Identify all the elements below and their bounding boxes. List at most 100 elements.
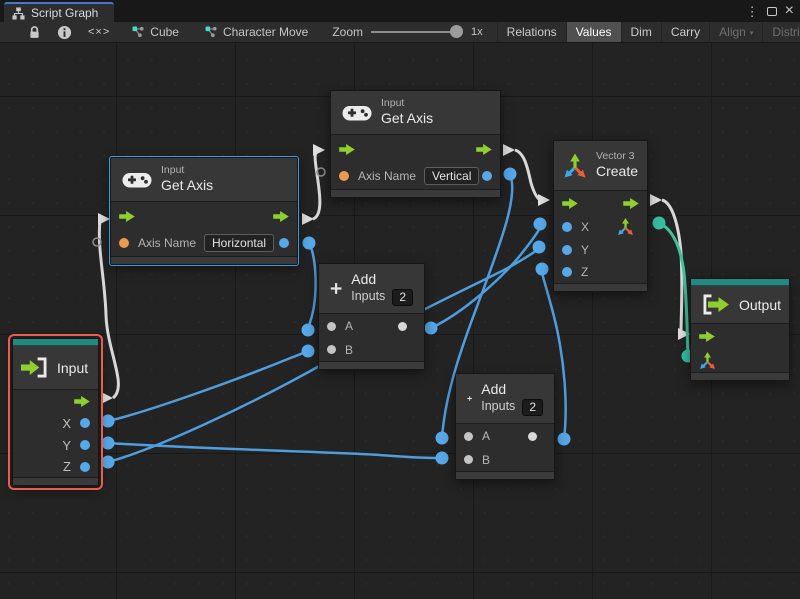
inputs-label: Inputs (481, 399, 515, 415)
plus-icon (467, 386, 472, 411)
wire-value-horizontal-to-add1-a[interactable] (308, 243, 316, 330)
control-input-port[interactable] (699, 331, 715, 342)
input-port-b[interactable] (464, 455, 473, 464)
control-input-port[interactable] (339, 144, 355, 155)
node-title: Add (481, 381, 543, 399)
vector3-output-port[interactable] (617, 218, 634, 235)
window-controls: ⋮ × (746, 0, 800, 22)
lock-button[interactable] (20, 22, 49, 42)
sum-output-port[interactable] (528, 432, 537, 441)
info-icon (57, 25, 72, 40)
x-input-port[interactable] (562, 222, 572, 232)
control-output-port[interactable] (623, 198, 639, 209)
input-port-b[interactable] (327, 345, 336, 354)
graph-io-strip (13, 339, 98, 346)
dim-button[interactable]: Dim (621, 22, 661, 42)
info-button[interactable] (49, 22, 80, 42)
x-output-port[interactable] (80, 418, 90, 428)
node-header: Add Inputs 2 (456, 374, 554, 424)
node-title: Create (596, 163, 638, 181)
distribute-dropdown[interactable]: Distribute ▾ (762, 22, 800, 42)
wire-control-get-axis-vertical-to-vector3-create[interactable] (515, 150, 540, 200)
values-button[interactable]: Values (566, 22, 621, 42)
graph-toolbar: <×> Cube Character Move Zoo (0, 22, 800, 43)
node-kicker: Vector 3 (596, 150, 638, 163)
port-label: A (482, 429, 490, 443)
tab-strip: Script Graph ⋮ × (0, 0, 800, 22)
graph-breadcrumb-label: Character Move (223, 25, 308, 39)
wire-value-input-x-to-add1-b[interactable] (108, 351, 308, 421)
window-maximize-icon[interactable] (767, 7, 777, 16)
node-output-unit[interactable]: Output (690, 278, 790, 381)
node-footer (111, 256, 297, 264)
node-get-axis-vertical[interactable]: Input Get Axis Axis Name Vertical (330, 90, 501, 198)
sum-output-port[interactable] (398, 322, 407, 331)
y-input-port[interactable] (562, 245, 572, 255)
tab-title: Script Graph (31, 6, 98, 20)
inputs-count-field[interactable]: 2 (392, 289, 413, 306)
input-port-a[interactable] (327, 322, 336, 331)
y-output-port[interactable] (80, 440, 90, 450)
unity-visual-scripting-window: Script Graph ⋮ × <×> (0, 0, 800, 599)
tab-script-graph[interactable]: Script Graph (4, 2, 114, 22)
node-header: Input (13, 346, 98, 390)
caret-down-icon: ▾ (750, 30, 754, 37)
window-menu-icon[interactable]: ⋮ (746, 5, 759, 18)
node-add-2[interactable]: Add Inputs 2 A B (455, 373, 555, 480)
zoom-label: Zoom (332, 25, 363, 39)
node-kicker: Input (161, 164, 213, 177)
vector3-input-port[interactable] (699, 352, 716, 369)
axis-name-input-port[interactable] (339, 171, 349, 181)
value-output-port[interactable] (279, 238, 289, 248)
input-port-a[interactable] (464, 432, 473, 441)
plus-icon (330, 276, 342, 301)
node-footer (331, 189, 500, 197)
control-output-port[interactable] (273, 211, 289, 222)
port-label: B (345, 343, 353, 357)
control-output-port[interactable] (74, 396, 90, 407)
axis-name-field[interactable]: Horizontal (204, 234, 274, 252)
code-icon: <×> (88, 26, 110, 38)
port-label: Y (62, 438, 71, 453)
wire-control-get-axis-horizontal-to-get-axis-vertical[interactable] (313, 151, 320, 219)
zoom-value: 1x (471, 26, 483, 38)
align-dropdown[interactable]: Align ▾ (709, 22, 762, 42)
graph-icon (205, 26, 218, 38)
node-vector3-create[interactable]: Vector 3 Create X Y Z (553, 140, 648, 292)
node-header: Output (691, 286, 789, 324)
window-close-icon[interactable]: × (785, 3, 794, 19)
z-input-port[interactable] (562, 267, 572, 277)
graph-canvas[interactable]: Input Get Axis Axis Name Vertical In (0, 43, 800, 599)
axis-name-input-port[interactable] (119, 238, 129, 248)
node-footer (456, 471, 554, 479)
output-unit-icon (699, 294, 731, 315)
graph-breadcrumb-cube[interactable]: Cube (124, 22, 187, 42)
node-get-axis-horizontal[interactable]: Input Get Axis Axis Name Horizontal (110, 157, 298, 265)
inputs-count-field[interactable]: 2 (522, 399, 543, 416)
graph-breadcrumb-label: Cube (150, 25, 179, 39)
value-output-port[interactable] (482, 171, 492, 181)
carry-button[interactable]: Carry (661, 22, 709, 42)
zoom-slider[interactable] (371, 25, 463, 39)
control-input-port[interactable] (562, 198, 578, 209)
code-view-button[interactable]: <×> (80, 22, 118, 42)
gamepad-icon (122, 170, 152, 190)
wire-control-vector3-create-to-output[interactable] (662, 200, 682, 334)
node-header: Add Inputs 2 (319, 264, 424, 314)
graph-icon (132, 26, 145, 38)
port-label: Z (63, 459, 71, 474)
axis-name-field[interactable]: Vertical (424, 167, 479, 185)
node-footer (691, 372, 789, 380)
port-label: Y (581, 243, 589, 257)
z-output-port[interactable] (80, 462, 90, 472)
graph-breadcrumb-character-move[interactable]: Character Move (197, 22, 316, 42)
relations-button[interactable]: Relations (497, 22, 566, 42)
node-kicker: Input (381, 97, 433, 110)
node-add-1[interactable]: Add Inputs 2 A B (318, 263, 425, 370)
zoom-slider-handle[interactable] (450, 25, 463, 38)
port-label: A (345, 319, 353, 333)
control-input-port[interactable] (119, 211, 135, 222)
control-output-port[interactable] (476, 144, 492, 155)
port-label: X (62, 416, 71, 431)
node-input-unit[interactable]: Input X Y Z (12, 338, 99, 486)
